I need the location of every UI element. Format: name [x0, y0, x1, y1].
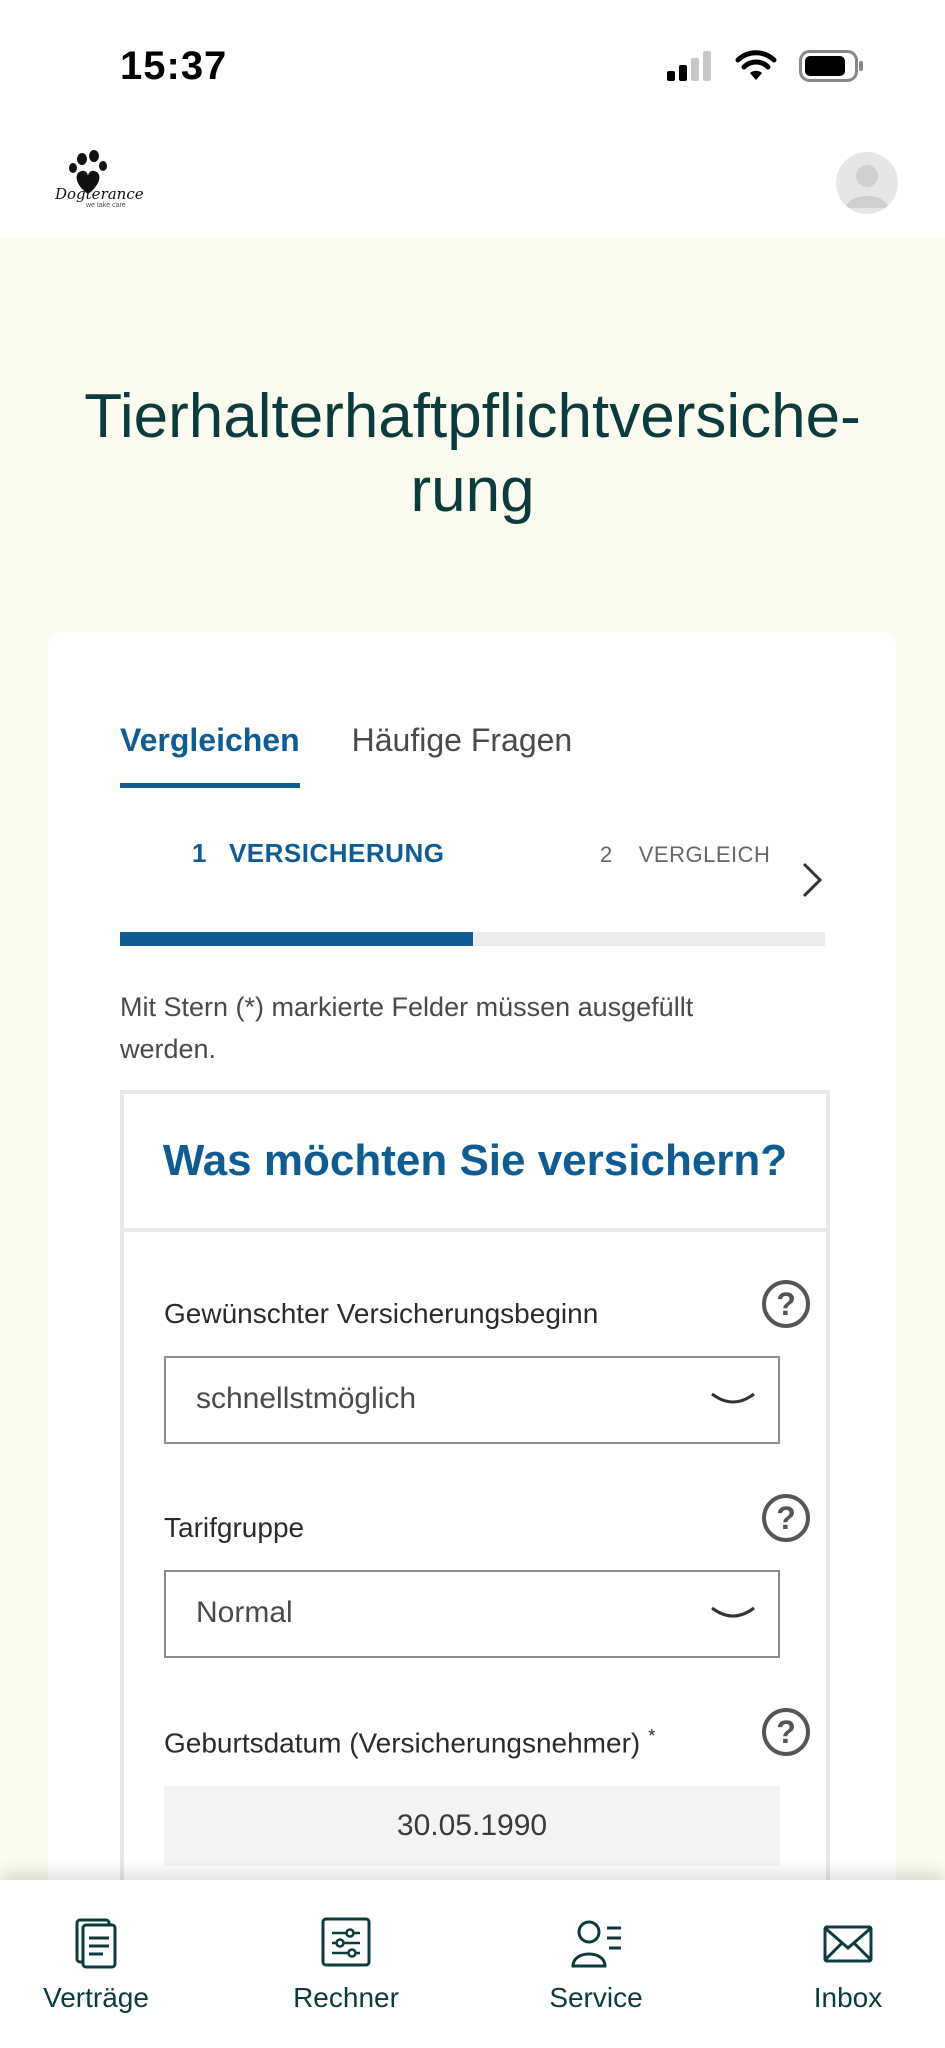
start-date-select[interactable]: schnellstmöglich — [164, 1356, 780, 1444]
step-number: 2 — [600, 842, 613, 867]
signal-icon — [667, 51, 711, 81]
user-avatar-icon — [846, 165, 888, 208]
required-fields-note: Mit Stern (*) markierte Felder müssen au… — [120, 992, 694, 1064]
birthdate-label-text: Geburtsdatum (Versicherungsnehmer) — [164, 1727, 641, 1759]
step-insurance[interactable]: 1 VERSICHERUNG — [192, 838, 444, 869]
form-title: Was möchten Sie versichern? — [162, 1136, 788, 1185]
tariff-group-select[interactable]: Normal — [164, 1570, 780, 1658]
status-time: 15:37 — [120, 44, 228, 88]
brand-tagline: we take care — [86, 202, 126, 209]
step-number: 1 — [192, 838, 207, 868]
birthdate-input[interactable]: 30.05.1990 — [164, 1786, 780, 1866]
tab-bar: Vergleichen Häufige Fragen — [120, 722, 572, 788]
person-list-icon — [571, 1920, 621, 1968]
chevron-down-icon — [711, 1606, 755, 1618]
chevron-down-icon — [711, 1392, 755, 1404]
sliders-icon — [321, 1917, 371, 1967]
wifi-icon — [735, 50, 777, 80]
page-title-line-1: Tierhalterhaftpflichtversiche- — [84, 382, 861, 451]
help-icon[interactable]: ? — [762, 1494, 810, 1542]
nav-service[interactable]: Service — [516, 1916, 676, 2014]
step-progress-bar — [120, 932, 825, 946]
help-icon[interactable]: ? — [762, 1708, 810, 1756]
help-icon[interactable]: ? — [762, 1280, 810, 1328]
nav-calculator[interactable]: Rechner — [266, 1916, 426, 2014]
chevron-right-icon[interactable] — [800, 860, 824, 900]
step-comparison[interactable]: 2 VERGLEICH — [600, 842, 770, 868]
nav-service-label: Service — [549, 1982, 643, 2013]
step-label: VERGLEICH — [638, 842, 771, 867]
nav-contracts[interactable]: Verträge — [16, 1916, 176, 2014]
nav-contracts-label: Verträge — [43, 1982, 149, 2013]
start-date-value: schnellstmöglich — [196, 1382, 417, 1415]
nav-inbox[interactable]: Inbox — [768, 1916, 928, 2014]
document-icon — [75, 1918, 117, 1969]
step-progress-fill — [120, 932, 473, 946]
status-bar: 15:37 — [0, 0, 945, 140]
avatar[interactable] — [836, 152, 898, 214]
birthdate-label: Geburtsdatum (Versicherungsnehmer) * — [164, 1726, 655, 1759]
start-date-label: Gewünschter Versicherungsbeginn — [164, 1298, 599, 1329]
envelope-icon — [823, 1925, 873, 1963]
step-label: VERSICHERUNG — [228, 838, 445, 868]
required-mark: * — [648, 1726, 656, 1746]
tab-faq[interactable]: Häufige Fragen — [352, 722, 573, 788]
form-header: Was möchten Sie versichern? — [124, 1094, 826, 1232]
tariff-group-label: Tarifgruppe — [164, 1512, 305, 1543]
nav-inbox-label: Inbox — [813, 1982, 883, 2013]
tab-compare[interactable]: Vergleichen — [120, 722, 300, 788]
brand-name: Dogterance — [55, 185, 144, 203]
tariff-group-value: Normal — [196, 1596, 293, 1629]
battery-icon — [799, 50, 863, 82]
status-icons — [667, 50, 865, 82]
page-title-line-2: rung — [410, 456, 535, 525]
nav-calculator-label: Rechner — [293, 1982, 399, 2013]
page-title: Tierhalterhaftpflichtversiche- rung — [40, 380, 905, 528]
